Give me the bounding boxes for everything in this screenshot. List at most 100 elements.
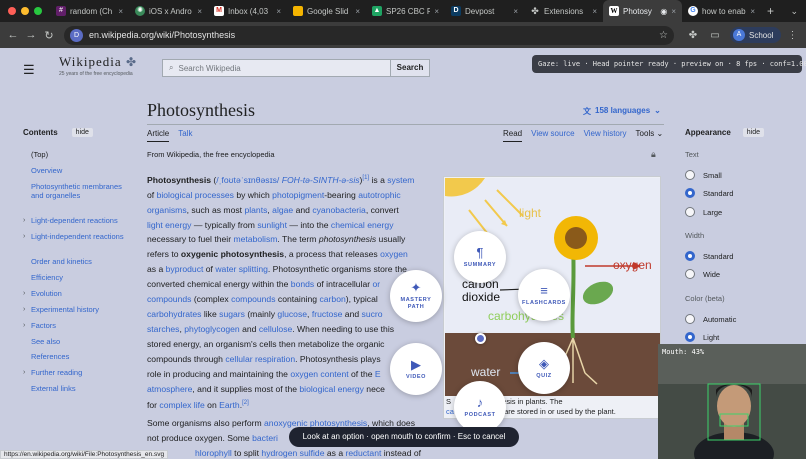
chevron-right-icon[interactable]: ›	[23, 289, 25, 298]
toc-item[interactable]: Order and kinetics	[31, 257, 129, 266]
toc-item[interactable]: See also	[31, 337, 129, 346]
lock-icon[interactable]: 🔒︎	[651, 149, 656, 160]
browser-menu-icon[interactable]: ⋮	[781, 30, 803, 41]
article-link[interactable]: sunlight	[257, 220, 287, 230]
article-link[interactable]: water splitting	[215, 264, 268, 274]
radio-dot[interactable]	[685, 170, 695, 180]
gaze-option-flashcards[interactable]: ≡ FLASHCARDS	[518, 269, 570, 321]
toc-item[interactable]: Photosynthetic membranes and organelles	[31, 182, 129, 200]
browser-tab[interactable]: Ghow to enab ×	[682, 0, 761, 22]
close-tab-icon[interactable]: ×	[592, 7, 597, 16]
toc-item[interactable]: › Light-independent reactions	[23, 232, 129, 241]
article-link[interactable]: biological energy	[299, 384, 364, 394]
chevron-right-icon[interactable]: ›	[23, 232, 25, 241]
toc-item[interactable]: › Evolution	[23, 289, 129, 298]
radio-color-light[interactable]: Light	[685, 332, 719, 342]
article-link[interactable]: starches	[147, 324, 179, 334]
caption-link[interactable]: ca	[446, 407, 454, 416]
article-link[interactable]: cellulose	[259, 324, 292, 334]
radio-dot[interactable]	[685, 269, 695, 279]
article-link[interactable]: algae	[272, 205, 293, 215]
maximize-window-button[interactable]	[34, 7, 42, 15]
radio-dot[interactable]	[685, 188, 695, 198]
back-button[interactable]: ←	[4, 29, 22, 41]
browser-tab[interactable]: # random (Ch ×	[50, 0, 129, 22]
article-link[interactable]: light energy	[147, 220, 191, 230]
article-link[interactable]: Earth	[219, 400, 240, 410]
browser-tab[interactable]: ✺ iOS x Andro ×	[129, 0, 208, 22]
tab-view-source[interactable]: View source	[531, 129, 574, 142]
article-link[interactable]: metabolism	[233, 234, 277, 244]
tab-search-chevron-icon[interactable]: ⌄	[782, 6, 806, 17]
address-bar[interactable]: D en.wikipedia.org/wiki/Photosynthesis ☆	[64, 25, 674, 45]
toc-item[interactable]: Efficiency	[31, 273, 129, 282]
article-link[interactable]: hydrogen sulfide	[261, 448, 324, 458]
tab-article[interactable]: Article	[147, 129, 170, 142]
close-tab-icon[interactable]: ×	[671, 7, 676, 16]
toc-item[interactable]: › Light-dependent reactions	[23, 216, 129, 225]
browser-tab[interactable]: ✤ Extensions ×	[524, 0, 603, 22]
toc-item[interactable]: Overview	[31, 166, 129, 175]
article-link[interactable]: fructose	[312, 309, 343, 319]
toc-item[interactable]: › Further reading	[23, 368, 129, 377]
article-link[interactable]: autotrophic	[358, 190, 401, 200]
article-link[interactable]: complex life	[159, 400, 204, 410]
close-tab-icon[interactable]: ×	[355, 7, 360, 16]
article-link[interactable]: carbon	[319, 294, 345, 304]
languages-button[interactable]: 文 158 languages ⌄	[583, 106, 661, 117]
close-tab-icon[interactable]: ×	[513, 7, 518, 16]
wikipedia-logo[interactable]: Wikipedia 25 years of the free encyclope…	[59, 54, 133, 77]
bookmark-star-icon[interactable]: ☆	[659, 30, 668, 41]
article-link[interactable]: glucose	[277, 309, 307, 319]
article-link[interactable]: or	[373, 279, 381, 289]
radio-dot[interactable]	[685, 207, 695, 217]
tab-view-history[interactable]: View history	[584, 129, 627, 142]
radio-color-automatic[interactable]: Automatic	[685, 314, 736, 324]
browser-tab-active[interactable]: W Photosy ◉ ×	[603, 0, 682, 22]
new-tab-button[interactable]: +	[761, 4, 780, 18]
gaze-option-mastery-path[interactable]: ✦ MASTERY PATH	[390, 270, 442, 322]
article-link[interactable]: compounds	[231, 294, 275, 304]
toc-item[interactable]: (Top)	[31, 150, 129, 159]
article-link[interactable]: organisms	[147, 205, 187, 215]
close-tab-icon[interactable]: ×	[750, 7, 755, 16]
radio-text-small[interactable]: Small	[685, 170, 722, 180]
radio-text-large[interactable]: Large	[685, 207, 722, 217]
article-link[interactable]: biological processes	[157, 190, 234, 200]
article-link[interactable]: phytoglycogen	[184, 324, 239, 334]
profile-button[interactable]: A School	[730, 27, 782, 43]
radio-text-standard[interactable]: Standard	[685, 188, 733, 198]
toc-item[interactable]: › Experimental history	[23, 305, 129, 314]
close-tab-icon[interactable]: ×	[434, 7, 439, 16]
chevron-right-icon[interactable]: ›	[23, 216, 25, 225]
minimize-window-button[interactable]	[21, 7, 29, 15]
browser-tab[interactable]: ▲ SP26 CBC F ×	[366, 0, 445, 22]
url-text[interactable]: en.wikipedia.org/wiki/Photosynthesis	[89, 30, 653, 40]
article-link[interactable]: oxygen content	[290, 369, 348, 379]
close-window-button[interactable]	[8, 7, 16, 15]
article-link[interactable]: FOH-tə-SINTH-ə-sis	[282, 175, 360, 185]
article-link[interactable]: sucro	[362, 309, 383, 319]
site-info-icon[interactable]: D	[70, 28, 83, 42]
close-tab-icon[interactable]: ×	[197, 7, 202, 16]
article-link[interactable]: chemical energy	[331, 220, 394, 230]
browser-tab[interactable]: D Devpost ×	[445, 0, 524, 22]
article-link[interactable]: bacteri	[252, 433, 278, 443]
chevron-right-icon[interactable]: ›	[23, 305, 25, 314]
radio-dot[interactable]	[685, 251, 695, 261]
article-link[interactable]: /ˌfoʊtəˈsɪnθəsɪs/	[216, 175, 279, 185]
browser-tab[interactable]: M Inbox (4,03 ×	[208, 0, 287, 22]
chevron-right-icon[interactable]: ›	[23, 368, 25, 377]
article-link[interactable]: atmosphere	[147, 384, 192, 394]
search-input[interactable]: ⌕ Search Wikipedia	[162, 59, 391, 77]
close-tab-icon[interactable]: ×	[118, 7, 123, 16]
article-link[interactable]: photopigment	[272, 190, 324, 200]
article-link[interactable]: E	[375, 369, 381, 379]
article-link[interactable]: oxygen	[380, 249, 408, 259]
toc-hide-button[interactable]: hide	[71, 128, 93, 137]
article-link[interactable]: bonds	[291, 279, 314, 289]
article-link[interactable]: hlorophyll	[195, 448, 232, 458]
article-link[interactable]: sugars	[219, 309, 245, 319]
gaze-option-summary[interactable]: ¶ SUMMARY	[454, 231, 506, 283]
article-link[interactable]: plants	[244, 205, 267, 215]
